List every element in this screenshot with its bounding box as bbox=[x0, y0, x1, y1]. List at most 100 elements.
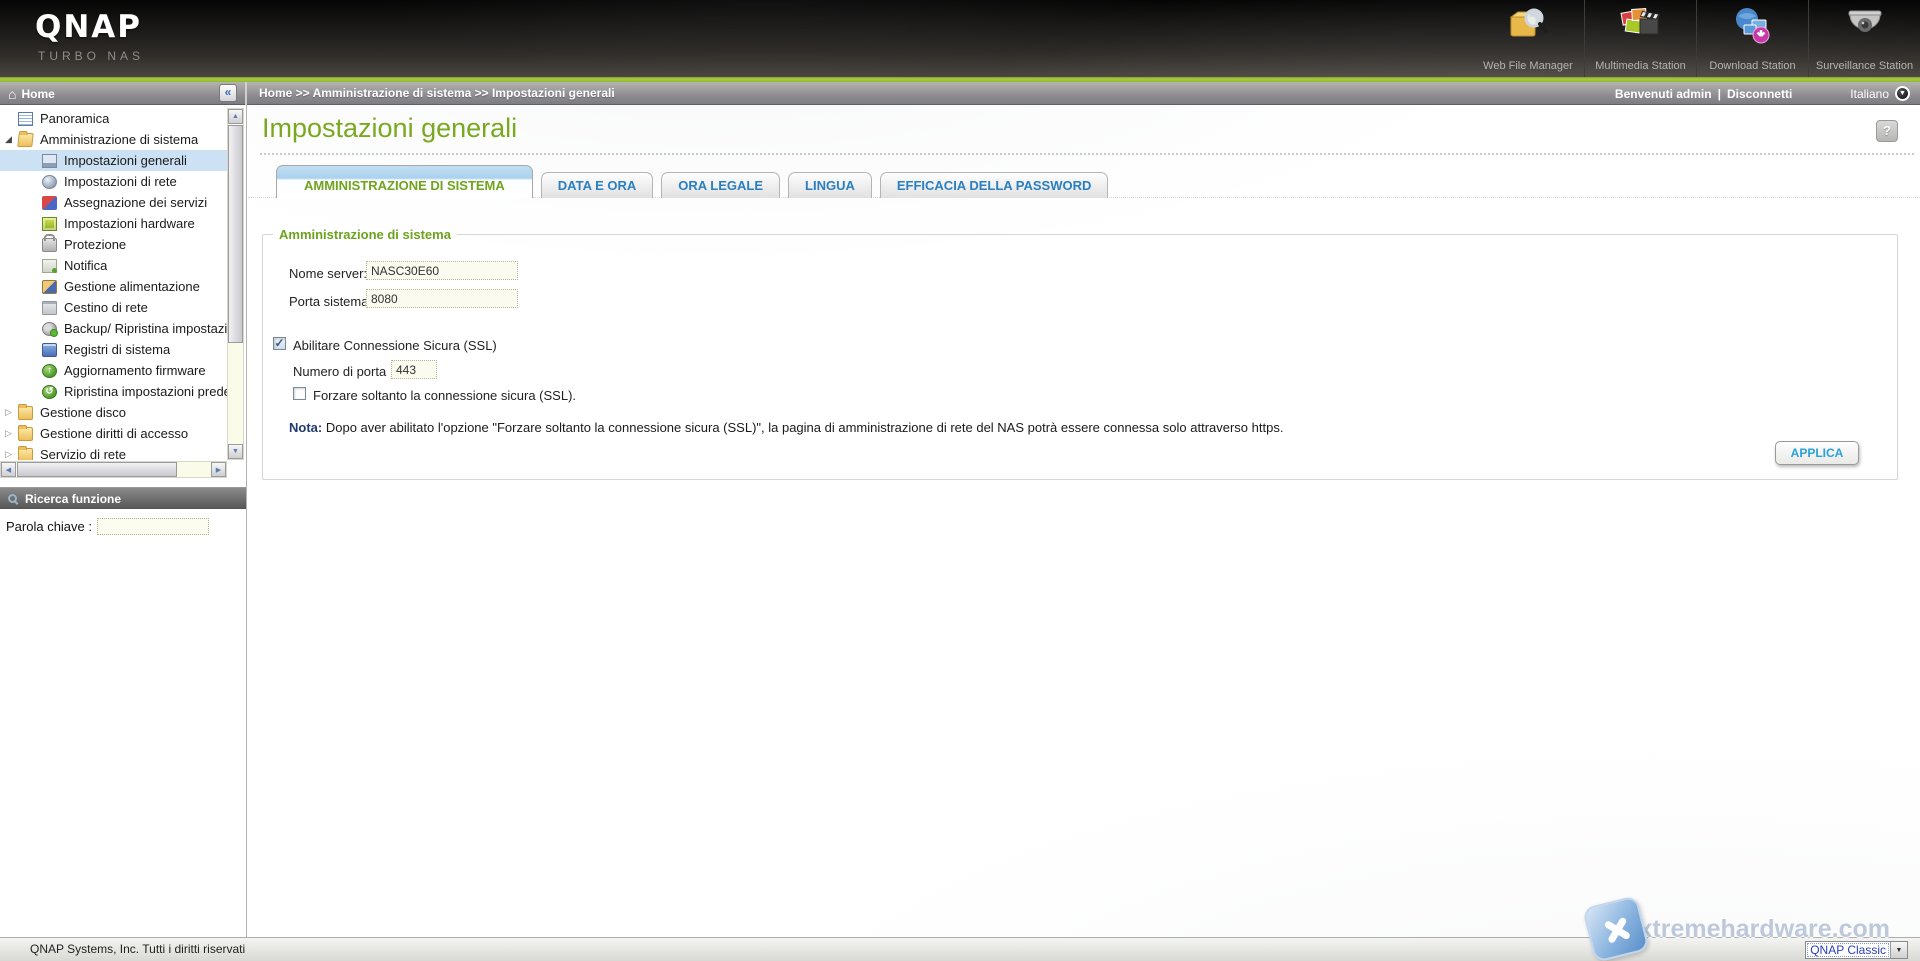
theme-select[interactable]: QNAP Classic ▼ bbox=[1805, 941, 1908, 959]
sidebar-item-label: Panoramica bbox=[40, 111, 109, 126]
help-button[interactable]: ? bbox=[1876, 120, 1898, 142]
station-download[interactable]: Download Station bbox=[1696, 0, 1808, 77]
logs-icon bbox=[42, 343, 57, 357]
sidebar-item-label: Impostazioni hardware bbox=[64, 216, 195, 231]
ssl-enable-label: Abilitare Connessione Sicura (SSL) bbox=[293, 338, 497, 353]
sidebar-item-impostazioni-generali[interactable]: Impostazioni generali bbox=[0, 150, 227, 171]
footer: QNAP Systems, Inc. Tutti i diritti riser… bbox=[0, 937, 1920, 961]
sidebar-item-label: Assegnazione dei servizi bbox=[64, 195, 207, 210]
horizontal-scroll-thumb[interactable] bbox=[17, 462, 177, 477]
tab-amministrazione-di-sistema[interactable]: AMMINISTRAZIONE DI SISTEMA bbox=[276, 165, 533, 198]
vertical-scroll-thumb[interactable] bbox=[228, 125, 243, 343]
sidebar-item-label: Impostazioni generali bbox=[64, 153, 187, 168]
firmware-icon bbox=[42, 364, 57, 378]
tab-ora-legale[interactable]: ORA LEGALE bbox=[661, 172, 780, 198]
sidebar-item-label: Impostazioni di rete bbox=[64, 174, 177, 189]
services-icon bbox=[42, 196, 57, 210]
sidebar-item-aggiornamento-firmware[interactable]: Aggiornamento firmware bbox=[0, 360, 227, 381]
collapsed-triangle-icon[interactable]: ▷ bbox=[5, 428, 18, 439]
sidebar-item-servizio-di-rete[interactable]: ▷ Servizio di rete bbox=[0, 444, 227, 460]
station-surveillance[interactable]: Surveillance Station bbox=[1808, 0, 1920, 77]
theme-select-value[interactable]: QNAP Classic bbox=[1806, 942, 1890, 958]
logout-link[interactable]: Disconnetti bbox=[1727, 87, 1792, 101]
sidebar-item-label: Protezione bbox=[64, 237, 126, 252]
sidebar-item-gestione-alimentazione[interactable]: Gestione alimentazione bbox=[0, 276, 227, 297]
station-multimedia[interactable]: Multimedia Station bbox=[1584, 0, 1696, 77]
keyword-input[interactable] bbox=[97, 518, 209, 535]
network-icon bbox=[42, 175, 57, 189]
server-name-input[interactable] bbox=[366, 261, 518, 280]
station-web-file-manager[interactable]: Web File Manager bbox=[1472, 0, 1584, 77]
sidebar-item-ripristina-impostazioni-predefinite[interactable]: Ripristina impostazioni predefinite bbox=[0, 381, 227, 402]
note-text: Dopo aver abilitato l'opzione "Forzare s… bbox=[326, 420, 1284, 435]
keyword-label: Parola chiave : bbox=[6, 519, 92, 534]
main-content: ? Impostazioni generali AMMINISTRAZIONE … bbox=[248, 105, 1920, 937]
ssl-force-label: Forzare soltanto la connessione sicura (… bbox=[313, 388, 576, 403]
system-port-input[interactable] bbox=[366, 289, 518, 308]
scroll-down-button[interactable]: ▼ bbox=[228, 444, 243, 459]
sidebar-item-label: Servizio di rete bbox=[40, 447, 126, 460]
sidebar-item-label: Notifica bbox=[64, 258, 107, 273]
scroll-right-button[interactable]: ▶ bbox=[211, 462, 226, 477]
qnap-logo-subtitle: TURBO NAS bbox=[38, 49, 144, 63]
sidebar-item-backup-ripristina-impostazioni[interactable]: Backup/ Ripristina impostazioni bbox=[0, 318, 227, 339]
sidebar-item-label: Aggiornamento firmware bbox=[64, 363, 206, 378]
sidebar-item-label: Ripristina impostazioni predefinite bbox=[64, 384, 227, 399]
sidebar: Panoramica ◢Amministrazione di sistema Imp… bbox=[0, 105, 247, 937]
sidebar-item-gestione-disco[interactable]: ▷Gestione disco bbox=[0, 402, 227, 423]
multimedia-station-icon bbox=[1618, 5, 1664, 49]
separator: | bbox=[1718, 87, 1721, 101]
sidebar-item-assegnazione-dei-servizi[interactable]: Assegnazione dei servizi bbox=[0, 192, 227, 213]
sidebar-item-amministrazione-di-sistema[interactable]: ◢Amministrazione di sistema bbox=[0, 129, 227, 150]
sidebar-item-gestione-diritti-di-accesso[interactable]: ▷ Gestione diritti di accesso bbox=[0, 423, 227, 444]
language-dropdown-icon[interactable]: ▼ bbox=[1895, 86, 1910, 101]
ssl-enable-checkbox[interactable]: ✓ bbox=[273, 337, 286, 350]
tab-strip: AMMINISTRAZIONE DI SISTEMA DATA E ORA OR… bbox=[276, 165, 1108, 198]
server-name-label: Nome server: bbox=[289, 266, 367, 281]
folder-icon bbox=[18, 406, 33, 420]
sidebar-item-registri-di-sistema[interactable]: Registri di sistema bbox=[0, 339, 227, 360]
tab-data-e-ora[interactable]: DATA E ORA bbox=[541, 172, 653, 198]
folder-open-icon bbox=[17, 133, 33, 147]
backup-icon bbox=[42, 322, 57, 336]
collapsed-triangle-icon[interactable]: ▷ bbox=[5, 407, 18, 418]
sidebar-item-impostazioni-di-rete[interactable]: Impostazioni di rete bbox=[0, 171, 227, 192]
general-settings-icon bbox=[42, 154, 57, 168]
title-divider bbox=[260, 153, 1914, 155]
sidebar-tree: Panoramica ◢Amministrazione di sistema Imp… bbox=[0, 108, 227, 460]
function-search-title: Ricerca funzione bbox=[25, 492, 121, 506]
collapsed-triangle-icon[interactable]: ▷ bbox=[5, 449, 18, 460]
sidebar-collapse-button[interactable]: « bbox=[219, 84, 237, 102]
page-title: Impostazioni generali bbox=[262, 113, 517, 144]
sidebar-item-label: Backup/ Ripristina impostazioni bbox=[64, 321, 227, 336]
tab-lingua[interactable]: LINGUA bbox=[788, 172, 872, 198]
theme-select-dropdown-icon[interactable]: ▼ bbox=[1890, 942, 1907, 958]
sidebar-item-impostazioni-hardware[interactable]: Impostazioni hardware bbox=[0, 213, 227, 234]
note-label: Nota: bbox=[289, 420, 322, 435]
tree-vertical-scrollbar[interactable]: ▲ ▼ bbox=[227, 108, 244, 460]
ssl-force-checkbox[interactable] bbox=[293, 387, 306, 400]
folder-icon bbox=[18, 427, 33, 441]
notification-icon bbox=[42, 259, 57, 273]
tree-horizontal-scrollbar[interactable]: ◀ ▶ bbox=[0, 461, 227, 478]
ssl-port-input[interactable] bbox=[391, 360, 437, 379]
sidebar-item-cestino-di-rete[interactable]: Cestino di rete bbox=[0, 297, 227, 318]
sidebar-item-label: Gestione alimentazione bbox=[64, 279, 200, 294]
sidebar-item-protezione[interactable]: Protezione bbox=[0, 234, 227, 255]
note: Nota: Dopo aver abilitato l'opzione "For… bbox=[289, 420, 1283, 435]
sidebar-item-panoramica[interactable]: Panoramica bbox=[0, 108, 227, 129]
scroll-left-button[interactable]: ◀ bbox=[1, 462, 16, 477]
sidebar-item-label: Gestione diritti di accesso bbox=[40, 426, 188, 441]
tab-efficacia-della-password[interactable]: EFFICACIA DELLA PASSWORD bbox=[880, 172, 1109, 198]
sidebar-item-label: Cestino di rete bbox=[64, 300, 148, 315]
keyword-row: Parola chiave : bbox=[6, 518, 209, 535]
scroll-up-button[interactable]: ▲ bbox=[228, 109, 243, 124]
app-header: QNAP TURBO NAS Web File Manager Multimed… bbox=[0, 0, 1920, 77]
recycle-bin-icon bbox=[42, 301, 57, 315]
apply-button[interactable]: APPLICA bbox=[1775, 441, 1859, 465]
breadcrumb: Home >> Amministrazione di sistema >> Im… bbox=[259, 82, 615, 105]
expanded-triangle-icon[interactable]: ◢ bbox=[5, 134, 18, 145]
sidebar-item-notifica[interactable]: Notifica bbox=[0, 255, 227, 276]
station-label: Surveillance Station bbox=[1809, 60, 1920, 72]
station-label: Download Station bbox=[1697, 60, 1808, 72]
